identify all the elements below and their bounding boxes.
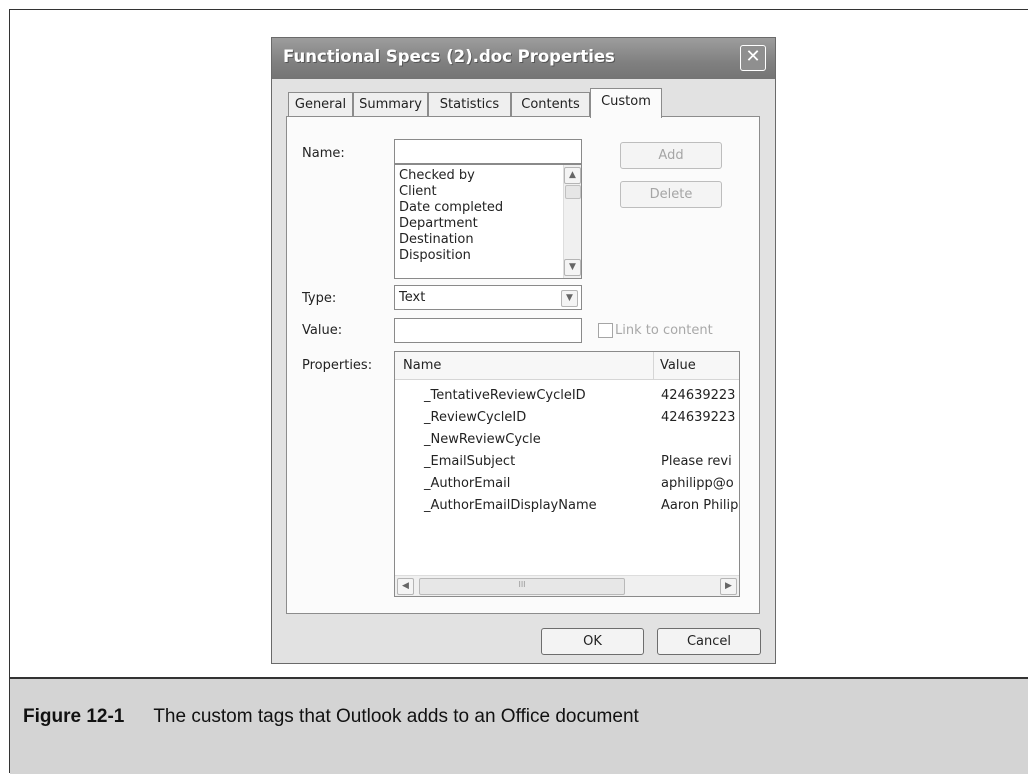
properties-label: Properties: <box>302 358 373 373</box>
chevron-left-icon[interactable]: ◀ <box>397 578 414 595</box>
list-item[interactable]: Destination <box>399 232 474 247</box>
name-input[interactable] <box>394 139 582 164</box>
caption-text-line: Figure 12-1 The custom tags that Outlook… <box>23 706 639 728</box>
properties-horizontal-scrollbar[interactable]: ◀ III ▶ <box>395 575 739 596</box>
close-icon[interactable]: ✕ <box>740 45 766 71</box>
custom-tab-panel: Name: Checked by Client Date completed D… <box>286 116 760 614</box>
value-input[interactable] <box>394 318 582 343</box>
scroll-grip: III <box>518 580 526 589</box>
horizontal-scroll-thumb[interactable]: III <box>419 578 625 595</box>
value-label: Value: <box>302 323 343 338</box>
list-item[interactable]: Client <box>399 184 437 199</box>
link-to-content-label: Link to content <box>615 323 713 338</box>
tab-summary[interactable]: Summary <box>353 92 428 116</box>
figure-caption: Figure 12-1 The custom tags that Outlook… <box>10 677 1028 774</box>
title-bar[interactable]: Functional Specs (2).doc Properties ✕ <box>272 38 775 79</box>
property-name: _EmailSubject <box>424 454 516 469</box>
property-value: 424639223 <box>661 410 736 425</box>
column-header-name[interactable]: Name <box>403 358 441 373</box>
property-name: _AuthorEmail <box>424 476 511 491</box>
property-value: Please revi <box>661 454 732 469</box>
property-value: 424639223 <box>661 388 736 403</box>
name-options-list[interactable]: Checked by Client Date completed Departm… <box>394 164 582 279</box>
tab-custom[interactable]: Custom <box>590 88 662 118</box>
ok-button[interactable]: OK <box>541 628 644 655</box>
list-item[interactable]: Disposition <box>399 248 471 263</box>
tab-statistics[interactable]: Statistics <box>428 92 511 116</box>
dialog-title: Functional Specs (2).doc Properties <box>283 47 615 66</box>
add-button[interactable]: Add <box>620 142 722 169</box>
property-name: _ReviewCycleID <box>424 410 527 425</box>
list-scroll-thumb[interactable] <box>565 185 581 199</box>
tab-general[interactable]: General <box>288 92 353 116</box>
chevron-right-icon[interactable]: ▶ <box>720 578 737 595</box>
properties-dialog: Functional Specs (2).doc Properties ✕ Ge… <box>271 37 776 664</box>
property-name: _NewReviewCycle <box>424 432 541 447</box>
type-label: Type: <box>302 291 337 306</box>
property-value: Aaron Philip <box>661 498 739 513</box>
list-item[interactable]: Checked by <box>399 168 475 183</box>
chevron-down-icon[interactable]: ▼ <box>564 259 581 276</box>
cancel-button[interactable]: Cancel <box>657 628 761 655</box>
tab-contents[interactable]: Contents <box>511 92 590 116</box>
type-select[interactable]: Text ▼ <box>394 285 582 310</box>
column-divider[interactable] <box>653 352 654 379</box>
list-item[interactable]: Date completed <box>399 200 503 215</box>
list-item[interactable]: Department <box>399 216 478 231</box>
chevron-down-icon[interactable]: ▼ <box>561 290 578 307</box>
list-scrollbar[interactable]: ▲ ▼ <box>563 165 581 278</box>
figure-number: Figure 12-1 <box>23 706 125 727</box>
column-header-value[interactable]: Value <box>660 358 696 373</box>
link-to-content-checkbox[interactable] <box>598 323 613 338</box>
properties-list[interactable]: Name Value _TentativeReviewCycleID 42463… <box>394 351 740 597</box>
figure-caption-text: The custom tags that Outlook adds to an … <box>153 706 639 727</box>
property-name: _TentativeReviewCycleID <box>424 388 586 403</box>
chevron-up-icon[interactable]: ▲ <box>564 167 581 184</box>
properties-header: Name Value <box>395 352 739 380</box>
name-label: Name: <box>302 146 345 161</box>
type-selected-value: Text <box>399 290 426 305</box>
property-value: aphilipp@o <box>661 476 734 491</box>
property-name: _AuthorEmailDisplayName <box>424 498 597 513</box>
delete-button[interactable]: Delete <box>620 181 722 208</box>
